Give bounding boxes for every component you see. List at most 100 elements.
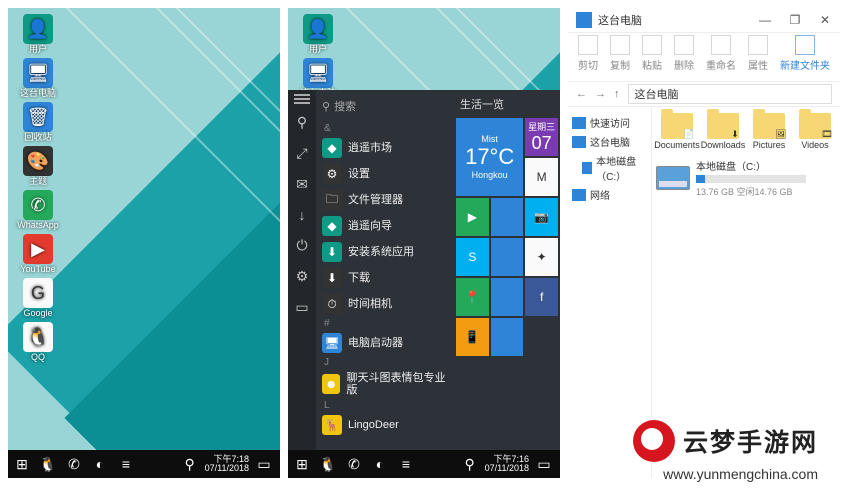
rail-icon[interactable]: ▭ <box>295 299 308 316</box>
app-label: 设置 <box>348 168 370 180</box>
ribbon-属性[interactable]: 属性 <box>748 35 768 72</box>
tray-icon[interactable]: ▭ <box>254 454 274 474</box>
rail-icon[interactable]: ⏻ <box>296 237 307 254</box>
rail-icon[interactable]: ✉ <box>296 176 308 193</box>
这台电脑-icon: 🖥 <box>303 58 333 88</box>
keyboard-icon[interactable]: ⚲ <box>180 454 200 474</box>
taskbar-app[interactable]: ≡ <box>116 454 136 474</box>
QQ-icon: 🐧 <box>23 322 53 352</box>
desktop-icon[interactable]: 👤用户 <box>292 14 344 54</box>
start-app-item[interactable]: ☻聊天斗图表情包专业版 <box>320 369 450 399</box>
ribbon-重命名[interactable]: 重命名 <box>706 35 736 72</box>
keyboard-icon[interactable]: ⚲ <box>460 454 480 474</box>
rail-icon[interactable]: ⚲ <box>297 114 307 131</box>
taskbar-app[interactable]: ◐ <box>370 454 390 474</box>
start-app-item[interactable]: ⬇安装系统应用 <box>320 239 450 265</box>
tree-icon <box>572 136 586 148</box>
desktop-icon[interactable]: ▶YouTube <box>12 234 64 274</box>
rail-icon[interactable]: ⤢ <box>296 145 307 162</box>
taskbar-app[interactable]: ✆ <box>344 454 364 474</box>
live-tile[interactable]: 📱 <box>456 318 489 356</box>
desktop-icon[interactable]: 🗑回收站 <box>12 102 64 142</box>
folder-item[interactable]: 📄Documents <box>656 113 698 150</box>
start-search[interactable]: ⚲ 搜索 <box>320 90 450 122</box>
tray-icon[interactable]: ▭ <box>534 454 554 474</box>
ribbon-剪切[interactable]: 剪切 <box>578 35 598 72</box>
ribbon-icon <box>711 35 731 55</box>
screenshot-startmenu: 👤用户🖥这台电脑 ⚲⤢✉↓⏻⚙▭ ⚲ 搜索 &◆逍遥市场⚙设置🗀文件管理器◆逍遥… <box>288 8 560 478</box>
start-button[interactable]: ⊞ <box>12 454 32 474</box>
live-tile[interactable]: ✦ <box>525 238 558 276</box>
nav-up[interactable]: ↑ <box>614 88 620 100</box>
tree-node[interactable]: 本地磁盘（C:） <box>572 151 647 185</box>
start-app-item[interactable]: ◆逍遥向导 <box>320 213 450 239</box>
nav-back[interactable]: ← <box>576 88 587 100</box>
search-icon: ⚲ <box>322 100 330 113</box>
live-tile[interactable]: Mist17°CHongkou <box>456 118 523 196</box>
desktop-icon[interactable]: ✆WhatsApp <box>12 190 64 230</box>
rail-icon[interactable]: ⚙ <box>296 268 309 285</box>
app-icon: ☻ <box>322 374 340 394</box>
watermark-icon <box>633 420 675 462</box>
live-tile[interactable]: 星期三07 <box>525 118 558 156</box>
app-icon: ⬇ <box>322 242 342 262</box>
screenshot-desktop: 👤用户🖥这台电脑🗑回收站🎨主题✆WhatsApp▶YouTubeGGoogle🐧… <box>8 8 280 478</box>
live-tile[interactable]: f <box>525 278 558 316</box>
desktop-icon[interactable]: 🐧QQ <box>12 322 64 362</box>
live-tile[interactable] <box>491 278 524 316</box>
taskbar-date: 07/11/2018 <box>485 464 529 473</box>
live-tile[interactable]: M <box>525 158 558 196</box>
drive-item[interactable]: 本地磁盘（C:） 13.76 GB 空闲14.76 GB <box>656 158 836 198</box>
desktop-icon[interactable]: 👤用户 <box>12 14 64 54</box>
folder-item[interactable]: 🖼Pictures <box>748 113 790 150</box>
app-label: LingoDeer <box>348 419 399 431</box>
group-letter: & <box>320 122 450 135</box>
live-tile[interactable]: S <box>456 238 489 276</box>
app-label: 逍遥向导 <box>348 220 392 232</box>
ribbon-icon <box>610 35 630 55</box>
folder-icon: ⬇ <box>707 113 739 139</box>
live-tile[interactable]: ▶ <box>456 198 489 236</box>
ribbon-粘贴[interactable]: 粘贴 <box>642 35 662 72</box>
start-button[interactable]: ⊞ <box>292 454 312 474</box>
close-button[interactable]: ✕ <box>810 13 840 27</box>
ribbon-复制[interactable]: 复制 <box>610 35 630 72</box>
Google-icon: G <box>23 278 53 308</box>
taskbar-app[interactable]: ◐ <box>90 454 110 474</box>
start-app-item[interactable]: ⚙设置 <box>320 161 450 187</box>
live-tile[interactable]: 📍 <box>456 278 489 316</box>
folder-item[interactable]: 🎞Videos <box>794 113 836 150</box>
address-path[interactable]: 这台电脑 <box>628 84 833 104</box>
desktop-icon[interactable]: 🖥这台电脑 <box>12 58 64 98</box>
taskbar: ⊞🐧✆◐≡ ⚲ 下午7:18 07/11/2018 ▭ <box>8 450 280 478</box>
tree-node[interactable]: 这台电脑 <box>572 132 647 151</box>
start-app-item[interactable]: 🦌 LingoDeer <box>320 412 450 438</box>
taskbar-app[interactable]: 🐧 <box>38 454 58 474</box>
start-app-item[interactable]: 🗀文件管理器 <box>320 187 450 213</box>
start-app-item[interactable]: ⏱时间相机 <box>320 291 450 317</box>
start-app-item[interactable]: 🖥电脑启动器 <box>320 330 450 356</box>
app-icon: 🦌 <box>322 415 342 435</box>
folder-item[interactable]: ⬇Downloads <box>702 113 744 150</box>
tree-node[interactable]: 快速访问 <box>572 113 647 132</box>
desktop-icon[interactable]: 🎨主题 <box>12 146 64 186</box>
live-tile[interactable] <box>491 238 524 276</box>
maximize-button[interactable]: ❐ <box>780 13 810 27</box>
rail-icon[interactable]: ↓ <box>299 207 306 223</box>
start-app-item[interactable]: ◆逍遥市场 <box>320 135 450 161</box>
tree-node[interactable]: 网络 <box>572 185 647 204</box>
ribbon-删除[interactable]: 删除 <box>674 35 694 72</box>
ribbon-新建文件夹[interactable]: 新建文件夹 <box>780 35 830 72</box>
taskbar-app[interactable]: ≡ <box>396 454 416 474</box>
live-tile[interactable] <box>491 198 524 236</box>
live-tile[interactable] <box>491 318 524 356</box>
taskbar-app[interactable]: ✆ <box>64 454 84 474</box>
live-tile[interactable]: 📷 <box>525 198 558 236</box>
用户-icon: 👤 <box>303 14 333 44</box>
rail-icon[interactable] <box>294 98 310 100</box>
desktop-icon[interactable]: GGoogle <box>12 278 64 318</box>
start-app-item[interactable]: ⬇下载 <box>320 265 450 291</box>
minimize-button[interactable]: — <box>750 13 780 27</box>
nav-forward[interactable]: → <box>595 88 606 100</box>
taskbar-app[interactable]: 🐧 <box>318 454 338 474</box>
